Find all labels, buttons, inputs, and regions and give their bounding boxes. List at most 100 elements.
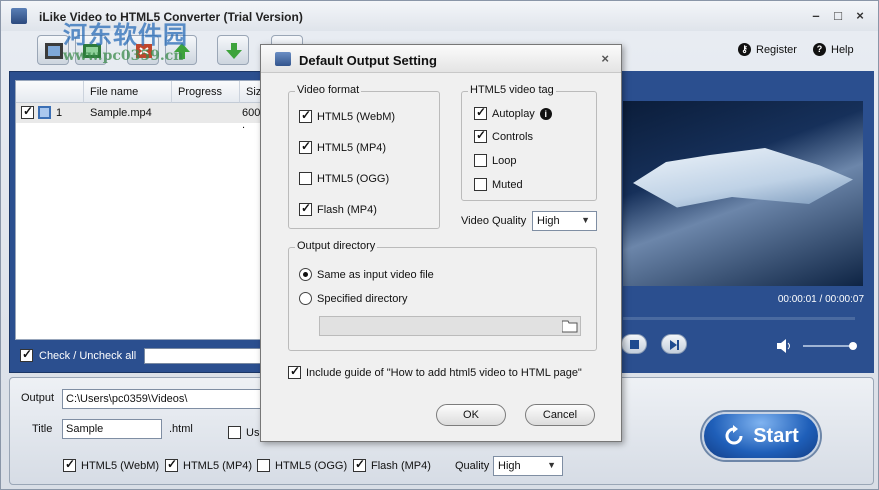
muted-option[interactable]: Muted [474, 178, 523, 191]
output-directory-group: Output directory Same as input video fil… [288, 240, 597, 351]
table-row[interactable]: 1 Sample.mp4 600 . [16, 103, 266, 131]
column-header-file-name[interactable]: File name [84, 81, 172, 103]
stop-button[interactable] [621, 334, 647, 354]
dialog-title-bar: Default Output Setting × [261, 45, 621, 73]
vf-ogg-checkbox[interactable] [299, 172, 312, 185]
column-header-progress[interactable]: Progress [172, 81, 240, 103]
folder-icon[interactable] [562, 319, 578, 333]
next-frame-button[interactable] [661, 334, 687, 354]
row-file-name: Sample.mp4 [90, 107, 152, 119]
controls-label: Controls [492, 130, 533, 143]
muted-checkbox[interactable] [474, 178, 487, 191]
help-link[interactable]: ? Help [813, 43, 854, 56]
output-path-field[interactable]: C:\Users\pc0359\Videos\ [62, 389, 262, 409]
row-index: 1 [56, 107, 63, 119]
same-as-input-radio[interactable] [299, 268, 312, 281]
format-webm-checkbox[interactable] [63, 457, 76, 472]
chevron-down-icon: ▼ [547, 460, 556, 470]
directory-path-field[interactable] [319, 316, 581, 336]
use-label: Us [246, 426, 260, 439]
skip-forward-icon [670, 340, 679, 350]
same-as-input-label: Same as input video file [317, 268, 434, 281]
output-label: Output [21, 392, 55, 404]
vf-flash-option[interactable]: Flash (MP4) [299, 201, 377, 216]
autoplay-option[interactable]: Autoplay i [474, 105, 552, 120]
controls-option[interactable]: Controls [474, 128, 533, 143]
include-guide-option[interactable]: Include guide of "How to add html5 video… [288, 364, 582, 379]
video-tag-title: HTML5 video tag [468, 84, 556, 96]
include-guide-checkbox[interactable] [288, 364, 301, 379]
vf-flash-label: Flash (MP4) [317, 203, 377, 216]
controls-checkbox[interactable] [474, 128, 487, 143]
dialog-close-button[interactable]: × [601, 51, 609, 66]
video-quality-value: High [537, 215, 560, 227]
vf-webm-checkbox[interactable] [299, 108, 312, 123]
app-logo-icon [11, 8, 27, 24]
title-input[interactable]: Sample [62, 419, 162, 439]
status-field [144, 348, 269, 364]
check-all-checkbox[interactable] [20, 347, 33, 362]
playback-progress-bar[interactable] [623, 317, 855, 320]
start-button[interactable]: Start [702, 412, 820, 460]
format-mp4-label: HTML5 (MP4) [183, 459, 253, 472]
quality-select[interactable]: High ▼ [493, 456, 563, 476]
format-ogg-option[interactable]: HTML5 (OGG) [257, 459, 347, 472]
maximize-button[interactable]: □ [829, 7, 847, 25]
info-icon[interactable]: i [539, 107, 552, 120]
volume-slider[interactable] [803, 345, 851, 347]
specified-directory-radio[interactable] [299, 292, 312, 305]
minimize-button[interactable]: – [807, 7, 825, 25]
check-all-toggle[interactable]: Check / Uncheck all [20, 347, 136, 362]
close-button[interactable]: × [851, 7, 869, 25]
register-link[interactable]: ⚷ Register [738, 43, 797, 56]
loop-checkbox[interactable] [474, 154, 487, 167]
app-window: iLike Video to HTML5 Converter (Trial Ve… [0, 0, 879, 490]
autoplay-checkbox[interactable] [474, 105, 487, 120]
volume-slider-handle[interactable] [849, 342, 857, 350]
format-webm-label: HTML5 (WebM) [81, 459, 160, 472]
volume-icon[interactable] [777, 339, 793, 353]
preview-panel: 00:00:01 / 00:00:07 [619, 71, 874, 373]
include-guide-label: Include guide of "How to add html5 video… [306, 366, 582, 379]
video-tag-group: HTML5 video tag Autoplay i Controls Loop… [461, 84, 597, 201]
video-file-icon [38, 106, 51, 119]
cancel-button[interactable]: Cancel [525, 404, 595, 426]
column-header-index [16, 81, 84, 103]
format-flash-label: Flash (MP4) [371, 459, 431, 472]
vf-ogg-option[interactable]: HTML5 (OGG) [299, 172, 389, 185]
register-label: Register [756, 43, 797, 56]
row-checkbox[interactable] [21, 104, 34, 119]
vf-webm-option[interactable]: HTML5 (WebM) [299, 108, 395, 123]
vf-flash-checkbox[interactable] [299, 201, 312, 216]
format-mp4-checkbox[interactable] [165, 457, 178, 472]
output-directory-title: Output directory [295, 240, 378, 252]
format-flash-checkbox[interactable] [353, 457, 366, 472]
video-quality-select[interactable]: High ▼ [532, 211, 597, 231]
format-ogg-checkbox[interactable] [257, 459, 270, 472]
format-webm-option[interactable]: HTML5 (WebM) [63, 457, 160, 472]
video-frame-image [633, 148, 853, 208]
specified-directory-option[interactable]: Specified directory [299, 292, 408, 305]
watermark-text: 河东软件园 [63, 21, 188, 49]
extension-label: .html [169, 423, 193, 435]
format-ogg-label: HTML5 (OGG) [275, 459, 348, 472]
use-checkbox[interactable] [228, 426, 241, 439]
specified-directory-label: Specified directory [317, 292, 408, 305]
help-icon: ? [813, 43, 826, 56]
format-mp4-option[interactable]: HTML5 (MP4) [165, 457, 253, 472]
key-icon: ⚷ [738, 43, 751, 56]
title-label: Title [32, 423, 53, 435]
default-output-setting-dialog: Default Output Setting × Video format HT… [260, 44, 622, 442]
use-option[interactable]: Us [228, 426, 259, 439]
vf-mp4-option[interactable]: HTML5 (MP4) [299, 139, 386, 154]
ok-button[interactable]: OK [436, 404, 506, 426]
video-format-title: Video format [295, 84, 362, 96]
move-down-button[interactable] [217, 35, 249, 65]
autoplay-label: Autoplay [492, 107, 535, 120]
vf-mp4-checkbox[interactable] [299, 139, 312, 154]
chevron-down-icon: ▼ [581, 215, 590, 225]
arrow-down-icon [226, 43, 242, 59]
loop-option[interactable]: Loop [474, 154, 516, 167]
format-flash-option[interactable]: Flash (MP4) [353, 457, 431, 472]
same-as-input-option[interactable]: Same as input video file [299, 268, 434, 281]
